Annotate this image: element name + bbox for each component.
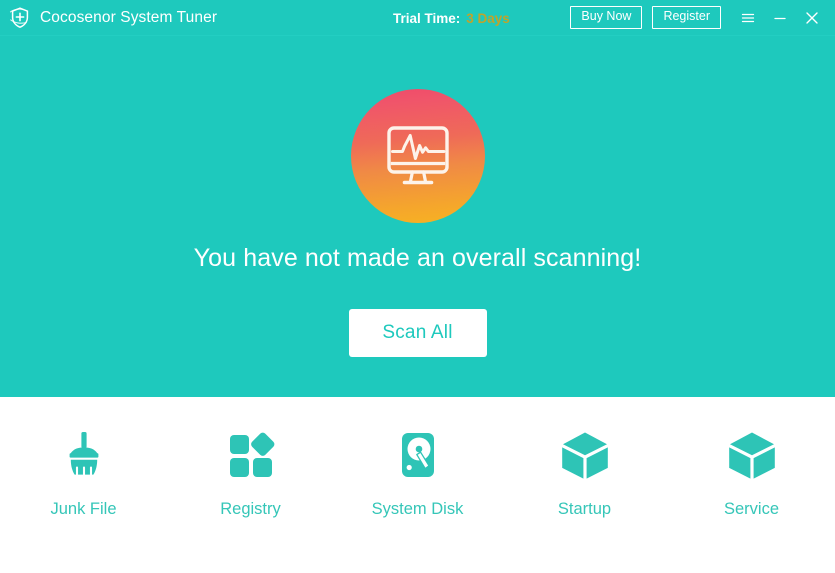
broom-icon [53,425,115,487]
minimize-icon[interactable] [767,5,793,31]
close-icon[interactable] [799,5,825,31]
tool-item-junk-file[interactable]: Junk File [0,425,167,519]
tool-item-startup[interactable]: Startup [501,425,668,519]
trial-info: Trial Time: 3 Days [393,0,510,36]
tool-label: Service [723,500,780,518]
tool-item-system-disk[interactable]: System Disk [334,425,501,519]
tools-nav: Junk File Registry System Disk Startup S… [0,397,835,573]
hamburger-menu-icon[interactable] [735,5,761,31]
buy-now-button[interactable]: Buy Now [570,6,643,29]
tool-label: Registry [220,500,281,518]
titlebar-controls: Buy Now Register [570,5,825,31]
shield-plus-logo-icon [6,4,34,32]
scan-all-button[interactable]: Scan All [348,309,487,357]
tool-item-service[interactable]: Service [668,425,835,519]
app-window: Cocosenor System Tuner Trial Time: 3 Day… [0,0,835,573]
registry-tiles-icon [220,425,282,487]
tool-label: Junk File [50,500,117,518]
tool-label: Startup [557,500,612,518]
monitor-pulse-icon [350,89,485,223]
register-button[interactable]: Register [652,6,721,29]
tool-label: System Disk [371,500,464,518]
cube-icon [554,425,616,487]
cube-icon [721,425,783,487]
trial-value: 3 Days [466,10,510,26]
titlebar: Cocosenor System Tuner Trial Time: 3 Day… [0,0,835,36]
page-title: You have not made an overall scanning! [193,244,642,272]
hero-section: You have not made an overall scanning! S… [0,36,835,397]
app-title: Cocosenor System Tuner [40,8,218,26]
hard-disk-icon [387,425,449,487]
trial-label: Trial Time: [393,10,461,26]
tool-item-registry[interactable]: Registry [167,425,334,519]
